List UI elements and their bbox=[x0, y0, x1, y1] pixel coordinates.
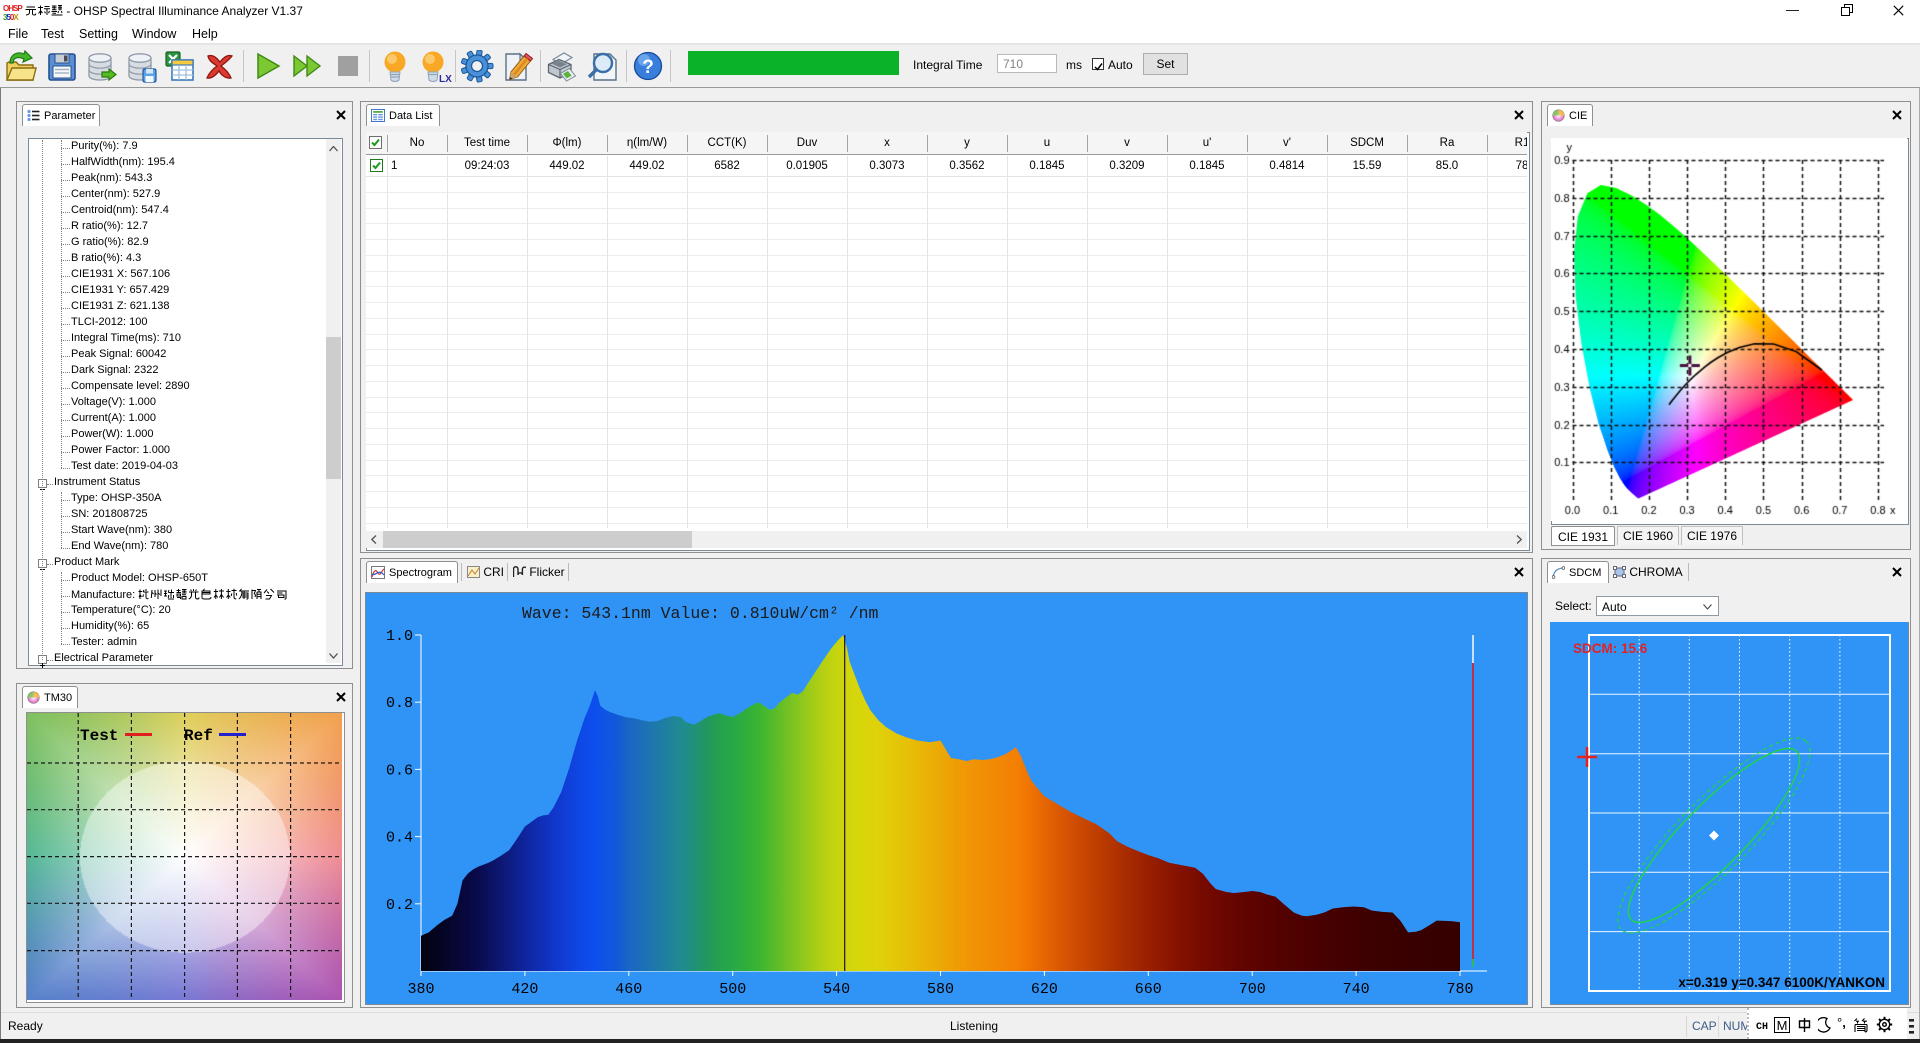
svg-text:?: ? bbox=[642, 57, 654, 78]
svg-text:0.8: 0.8 bbox=[386, 695, 413, 712]
svg-text:420: 420 bbox=[511, 981, 538, 998]
svg-text:Test: Test bbox=[80, 727, 118, 745]
svg-text:740: 740 bbox=[1343, 981, 1370, 998]
svg-text:0.6: 0.6 bbox=[386, 762, 413, 779]
svg-text:780: 780 bbox=[1446, 981, 1473, 998]
svg-text:x=0.319 y=0.347 6100K/YANKON: x=0.319 y=0.347 6100K/YANKON bbox=[1678, 975, 1885, 990]
svg-text:Wave: 543.1nm Value: 0.810uW/c: Wave: 543.1nm Value: 0.810uW/cm² /nm bbox=[522, 604, 879, 623]
svg-text:660: 660 bbox=[1135, 981, 1162, 998]
svg-text:1.0: 1.0 bbox=[386, 628, 413, 645]
svg-text:580: 580 bbox=[927, 981, 954, 998]
svg-text:540: 540 bbox=[823, 981, 850, 998]
svg-text:380: 380 bbox=[407, 981, 434, 998]
svg-text:0.4: 0.4 bbox=[386, 830, 413, 847]
svg-text:700: 700 bbox=[1239, 981, 1266, 998]
svg-text:0.2: 0.2 bbox=[386, 897, 413, 914]
svg-text:620: 620 bbox=[1031, 981, 1058, 998]
svg-text:SDCM: 15.6: SDCM: 15.6 bbox=[1573, 641, 1648, 656]
svg-text:LX: LX bbox=[439, 74, 452, 84]
svg-text:460: 460 bbox=[615, 981, 642, 998]
svg-text:Ref: Ref bbox=[184, 727, 213, 745]
svg-text:500: 500 bbox=[719, 981, 746, 998]
